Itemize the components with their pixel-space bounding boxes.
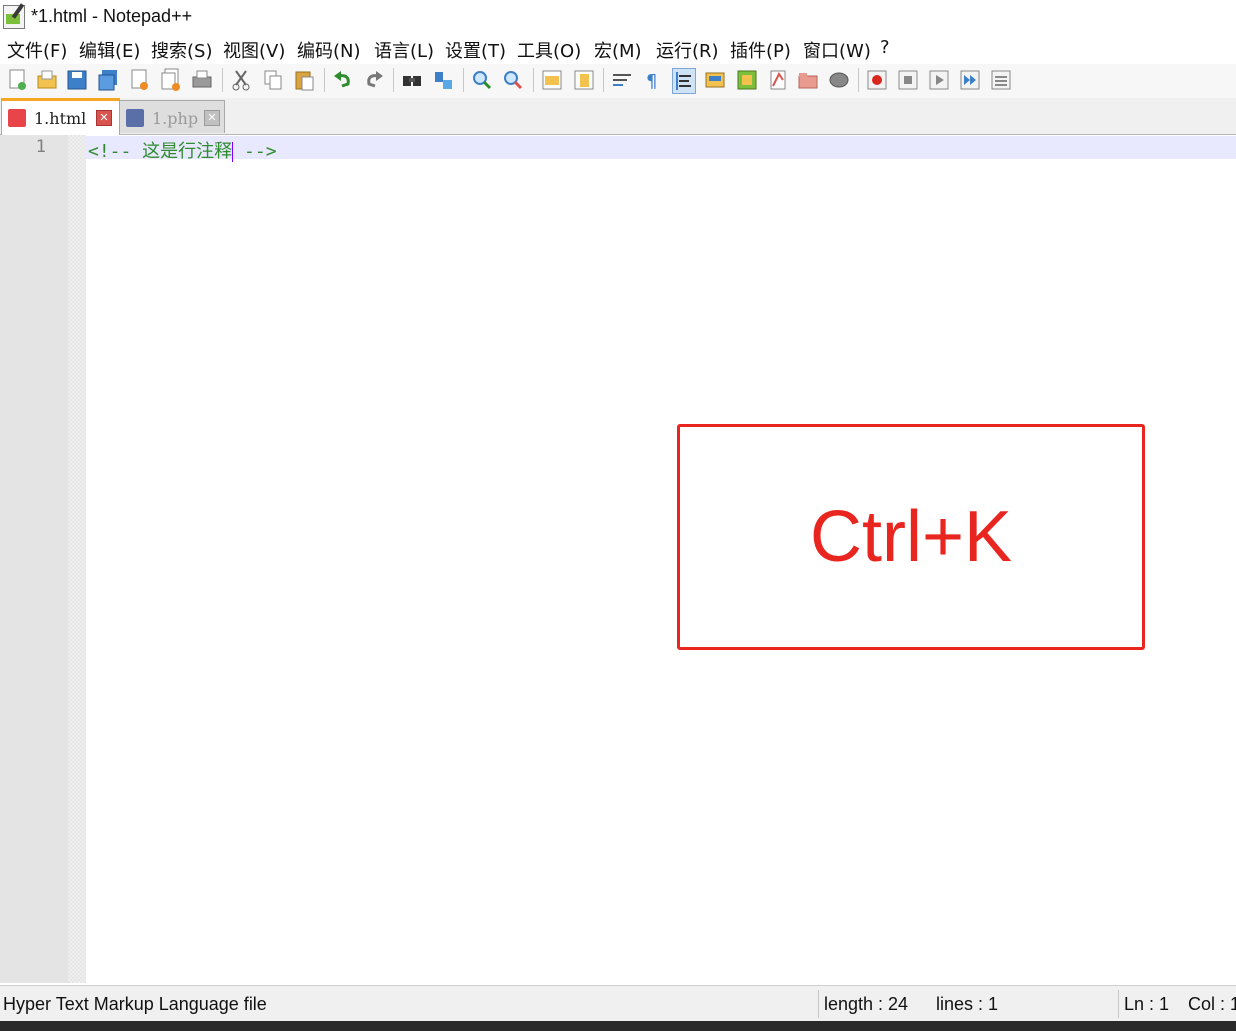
menu-window[interactable]: 窗口(W)	[803, 37, 871, 63]
zoom-out-icon[interactable]	[502, 68, 524, 92]
menu-file[interactable]: 文件(F)	[7, 37, 67, 63]
notepad-plus-plus-app-icon	[3, 5, 25, 29]
menu-bar: 文件(F) 编辑(E) 搜索(S) 视图(V) 编码(N) 语言(L) 设置(T…	[0, 34, 1236, 64]
menu-help[interactable]: ?	[880, 37, 890, 58]
sync-vertical-icon[interactable]	[541, 68, 563, 92]
toolbar-separator	[533, 68, 534, 92]
code-text-before-caret: <!-- 这是行注释	[88, 141, 233, 162]
new-file-icon[interactable]	[7, 68, 29, 92]
toolbar-separator	[463, 68, 464, 92]
cut-icon[interactable]	[230, 68, 252, 92]
indent-guide-icon[interactable]	[672, 68, 696, 94]
tab-label: 1.php	[152, 109, 199, 128]
tab-1-html[interactable]: 1.html ✕	[1, 98, 120, 135]
status-bar: Hyper Text Markup Language file length :…	[0, 985, 1236, 1022]
close-tab-icon[interactable]: ✕	[204, 110, 220, 126]
folder-icon[interactable]	[797, 68, 819, 92]
word-wrap-icon[interactable]	[611, 68, 633, 92]
open-file-icon[interactable]	[36, 68, 58, 92]
replace-icon[interactable]	[433, 68, 455, 92]
line-number: 1	[35, 137, 46, 157]
copy-icon[interactable]	[262, 68, 284, 92]
title-bar: *1.html - Notepad++	[0, 0, 1236, 34]
paste-icon[interactable]	[293, 68, 315, 92]
toolbar: ¶	[0, 64, 1236, 99]
menu-edit[interactable]: 编辑(E)	[79, 37, 140, 63]
zoom-in-icon[interactable]	[471, 68, 493, 92]
menu-plugins[interactable]: 插件(P)	[730, 37, 791, 63]
close-all-icon[interactable]	[160, 68, 182, 92]
menu-view[interactable]: 视图(V)	[223, 37, 285, 63]
status-col: Col : 1	[1188, 994, 1236, 1014]
save-all-icon[interactable]	[97, 68, 119, 92]
save-icon[interactable]	[66, 68, 88, 92]
fold-margin[interactable]	[68, 135, 86, 983]
menu-macro[interactable]: 宏(M)	[594, 37, 642, 63]
status-separator	[818, 990, 819, 1018]
monitor-icon[interactable]	[828, 68, 850, 92]
unsaved-file-icon	[8, 109, 26, 127]
tab-bar: 1.html ✕ 1.php ✕	[0, 98, 1236, 135]
toolbar-separator	[222, 68, 223, 92]
menu-tools[interactable]: 工具(O)	[517, 37, 581, 63]
print-icon[interactable]	[191, 68, 213, 92]
menu-search[interactable]: 搜索(S)	[151, 37, 212, 63]
record-macro-icon[interactable]	[866, 68, 888, 92]
code-text-after-caret: -->	[233, 141, 277, 162]
menu-encoding[interactable]: 编码(N)	[297, 37, 361, 63]
shortcut-annotation-text: Ctrl+K	[809, 497, 1013, 577]
stop-macro-icon[interactable]	[897, 68, 919, 92]
taskbar-edge	[0, 1021, 1236, 1031]
undo-icon[interactable]	[332, 68, 354, 92]
run-macro-multiple-icon[interactable]	[959, 68, 981, 92]
tab-label: 1.html	[34, 109, 87, 128]
toolbar-separator	[324, 68, 325, 92]
svg-text:¶: ¶	[646, 71, 657, 92]
save-macro-icon[interactable]	[990, 68, 1012, 92]
play-macro-icon[interactable]	[928, 68, 950, 92]
find-icon[interactable]	[401, 68, 423, 92]
folder-as-workspace-icon[interactable]	[767, 68, 789, 92]
show-all-chars-icon[interactable]: ¶	[642, 68, 664, 92]
saved-file-icon	[126, 109, 144, 127]
status-separator	[1118, 990, 1119, 1018]
code-line[interactable]: <!-- 这是行注释 -->	[88, 137, 277, 163]
menu-run[interactable]: 运行(R)	[656, 37, 719, 63]
toolbar-separator	[603, 68, 604, 92]
close-icon[interactable]	[129, 68, 151, 92]
tab-1-php[interactable]: 1.php ✕	[119, 100, 225, 133]
line-number-gutter: 1	[0, 135, 68, 983]
function-list-icon[interactable]	[736, 68, 758, 92]
close-tab-icon[interactable]: ✕	[96, 110, 112, 126]
menu-settings[interactable]: 设置(T)	[445, 37, 506, 63]
menu-language[interactable]: 语言(L)	[374, 37, 434, 63]
status-lines: lines : 1	[936, 994, 999, 1014]
window-title: *1.html - Notepad++	[31, 6, 193, 26]
status-file-type: Hyper Text Markup Language file	[3, 994, 267, 1014]
toolbar-separator	[858, 68, 859, 92]
redo-icon[interactable]	[363, 68, 385, 92]
status-ln: Ln : 1	[1124, 994, 1170, 1014]
sync-horizontal-icon[interactable]	[573, 68, 595, 92]
status-length: length : 24	[824, 994, 909, 1014]
shortcut-annotation-box: Ctrl+K	[677, 424, 1145, 650]
doc-map-icon[interactable]	[704, 68, 726, 92]
toolbar-separator	[393, 68, 394, 92]
